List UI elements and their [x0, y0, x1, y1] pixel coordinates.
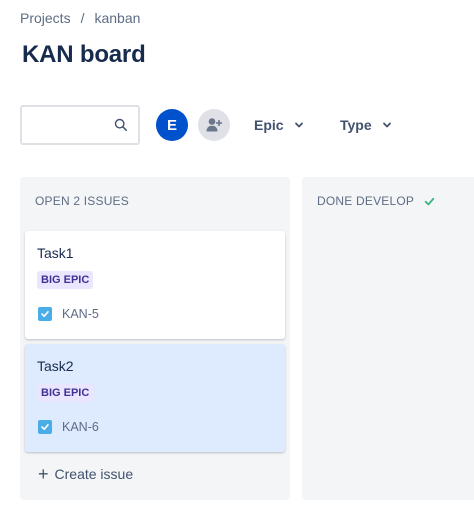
- issue-key-row: KAN-6: [38, 420, 99, 434]
- breadcrumb-kanban[interactable]: kanban: [94, 10, 140, 26]
- check-icon: [424, 197, 435, 205]
- add-people-button[interactable]: [198, 109, 230, 141]
- column-open: OPEN 2 ISSUES Task1 BIG EPIC KAN-5 Task2…: [20, 177, 290, 500]
- type-filter-label: Type: [340, 117, 372, 133]
- epic-lozenge: BIG EPIC: [37, 271, 94, 289]
- issue-key-row: KAN-5: [38, 307, 99, 321]
- column-done: DONE DEVELOP: [302, 177, 474, 500]
- epic-lozenge: BIG EPIC: [37, 384, 94, 402]
- issue-card[interactable]: Task2 BIG EPIC KAN-6: [25, 344, 285, 452]
- page-title: KAN board: [22, 41, 146, 68]
- column-header-label: DONE DEVELOP: [317, 194, 415, 208]
- column-header: DONE DEVELOP: [317, 194, 435, 208]
- breadcrumb-separator: /: [80, 10, 85, 26]
- breadcrumb: Projects / kanban: [20, 10, 140, 26]
- type-filter-dropdown[interactable]: Type: [340, 112, 392, 138]
- add-person-icon: [206, 118, 222, 132]
- issue-key[interactable]: KAN-5: [62, 307, 99, 321]
- avatar[interactable]: E: [156, 109, 188, 141]
- create-issue-button[interactable]: + Create issue: [38, 464, 134, 484]
- chevron-down-icon: [382, 122, 391, 128]
- search-box[interactable]: [20, 105, 140, 145]
- search-icon: [114, 118, 128, 132]
- column-header: OPEN 2 ISSUES: [35, 194, 129, 208]
- task-icon: [38, 420, 52, 434]
- issue-card[interactable]: Task1 BIG EPIC KAN-5: [25, 231, 285, 339]
- task-icon: [38, 307, 52, 321]
- search-input[interactable]: [22, 107, 112, 143]
- issue-key[interactable]: KAN-6: [62, 420, 99, 434]
- create-issue-label: Create issue: [54, 466, 134, 482]
- breadcrumb-projects[interactable]: Projects: [20, 10, 71, 26]
- plus-icon: +: [38, 464, 49, 484]
- epic-filter-label: Epic: [254, 117, 284, 133]
- chevron-down-icon: [294, 122, 303, 128]
- issue-title: Task1: [37, 245, 74, 261]
- epic-filter-dropdown[interactable]: Epic: [254, 112, 304, 138]
- issue-title: Task2: [37, 358, 74, 374]
